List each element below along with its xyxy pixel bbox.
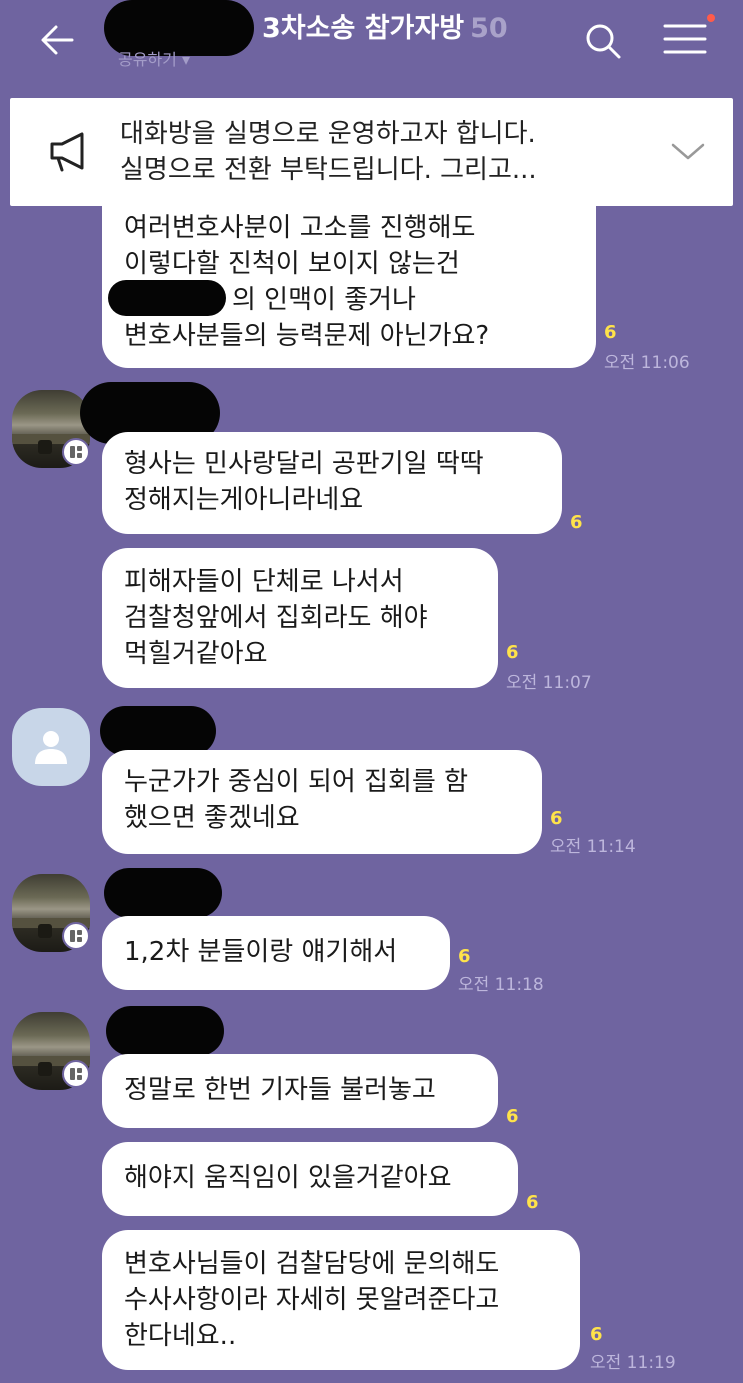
message-line: 형사는 민사랑달리 공판기일 딱딱 (124, 449, 484, 479)
unread-count: 6 (458, 946, 471, 967)
redacted-sender-name (106, 1006, 224, 1056)
notification-dot (707, 14, 715, 22)
message-bubble[interactable]: 변호사님들이 검찰담당에 문의해도 수사사항이라 자세히 못알려준다고 한다네요… (102, 1230, 580, 1370)
menu-icon (663, 24, 707, 54)
unread-count: 6 (506, 1106, 519, 1127)
person-icon (35, 731, 67, 764)
message-line: 먹힐거같아요 (124, 639, 268, 669)
message-line: 변호사님들이 검찰담당에 문의해도 (124, 1249, 500, 1279)
search-icon (586, 24, 621, 59)
message-line: 정말로 한번 기자들 불러놓고 (124, 1075, 436, 1105)
profile-badge-icon (70, 446, 82, 458)
message-line: 수사사항이라 자세히 못알려준다고 (124, 1285, 500, 1315)
message-line: 했으면 좋겠네요 (124, 803, 300, 833)
message-bubble[interactable]: 누군가가 중심이 되어 집회를 함 했으면 좋겠네요 (102, 750, 542, 854)
redacted-sender-name (104, 868, 222, 918)
unread-count: 6 (506, 642, 519, 663)
message-time: 오전 11:18 (458, 975, 544, 995)
profile-badge (62, 922, 90, 950)
redacted-sender-name (100, 706, 216, 756)
message-bubble[interactable]: 해야지 움직임이 있을거같아요 (102, 1142, 518, 1216)
message-line: 이렇다할 진척이 보이지 않는건 (124, 249, 460, 279)
message-line: 정해지는게아니라네요 (124, 485, 364, 515)
message-line: 여러변호사분이 고소를 진행해도 (124, 213, 476, 243)
message-line: 검찰청앞에서 집회라도 해야 (124, 603, 428, 633)
message-time: 오전 11:19 (590, 1353, 676, 1373)
message-line: 1,2차 분들이랑 얘기해서 (124, 937, 398, 967)
notice-line: 실명으로 전환 부탁드립니다. 그리고... (120, 155, 537, 185)
unread-count: 6 (550, 808, 563, 829)
message-line: 한다네요.. (124, 1321, 237, 1351)
unread-count: 6 (526, 1192, 539, 1213)
back-arrow-icon (41, 25, 74, 55)
profile-badge (62, 1060, 90, 1088)
room-name: 3차소송 참가자방 (262, 13, 465, 44)
unread-count: 6 (570, 512, 583, 533)
message-line: 누군가가 중심이 되어 집회를 함 (124, 767, 469, 797)
chevron-down-icon[interactable] (670, 136, 706, 166)
megaphone-icon (50, 132, 84, 172)
message-time: 오전 11:14 (550, 837, 636, 857)
profile-badge (62, 438, 90, 466)
message-bubble[interactable]: 여러변호사분이 고소를 진행해도 이렇다할 진척이 보이지 않는건 의 인맥이 … (102, 190, 596, 368)
search-button[interactable] (582, 20, 624, 62)
message-line: 해야지 움직임이 있을거같아요 (124, 1163, 452, 1193)
profile-badge-icon (70, 1068, 82, 1080)
redacted-text (108, 280, 226, 316)
avatar[interactable] (12, 708, 90, 786)
profile-badge-icon (70, 930, 82, 942)
notice-line: 대화방을 실명으로 운영하고자 합니다. (120, 119, 536, 149)
menu-button[interactable] (662, 20, 708, 60)
message-bubble[interactable]: 1,2차 분들이랑 얘기해서 (102, 916, 450, 990)
message-line: 피해자들이 단체로 나서서 (124, 567, 404, 597)
message-line: 변호사분들의 능력문제 아닌가요? (124, 321, 490, 351)
unread-count: 6 (604, 322, 617, 343)
member-count: 50 (470, 13, 508, 44)
unread-count: 6 (590, 1324, 603, 1345)
message-bubble[interactable]: 정말로 한번 기자들 불러놓고 (102, 1054, 498, 1128)
message-time: 오전 11:06 (604, 353, 690, 373)
chat-room-title: 3차소송 참가자방 50 (262, 6, 508, 45)
share-link[interactable]: 공유하기 ▾ (118, 46, 190, 70)
message-bubble[interactable]: 피해자들이 단체로 나서서 검찰청앞에서 집회라도 해야 먹힐거같아요 (102, 548, 498, 688)
message-time: 오전 11:07 (506, 673, 592, 693)
message-bubble[interactable]: 형사는 민사랑달리 공판기일 딱딱 정해지는게아니라네요 (102, 432, 562, 534)
notice-text: 대화방을 실명으로 운영하고자 합니다. 실명으로 전환 부탁드립니다. 그리고… (120, 116, 537, 188)
back-button[interactable] (38, 20, 78, 60)
chat-header: 3차소송 참가자방 50 공유하기 ▾ (0, 0, 743, 90)
